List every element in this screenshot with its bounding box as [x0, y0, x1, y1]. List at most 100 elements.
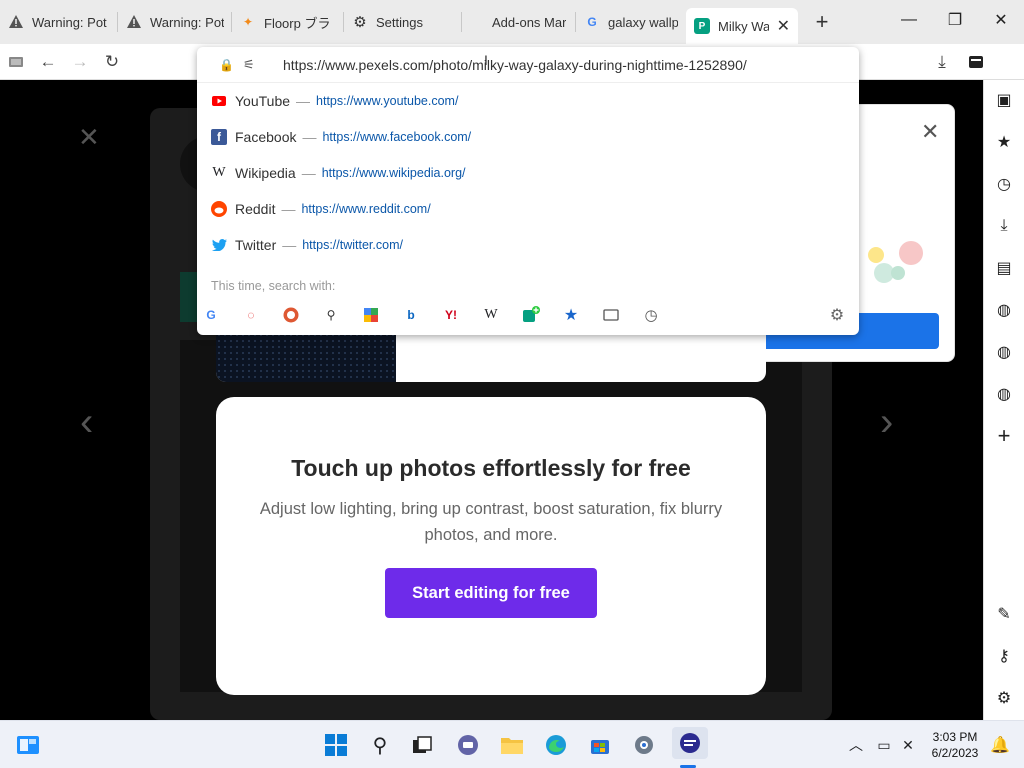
web-panel-globe-icon[interactable]: ◍: [992, 340, 1016, 364]
close-window-button[interactable]: ✕: [978, 0, 1024, 40]
restore-button[interactable]: ❐: [932, 0, 978, 40]
reddit-icon: [211, 201, 227, 217]
system-clock[interactable]: 3:03 PM 6/2/2023: [920, 729, 990, 761]
bookmarks-icon[interactable]: ★: [561, 305, 581, 325]
reload-button[interactable]: ↻: [100, 50, 124, 74]
yahoo-icon[interactable]: Y!: [441, 305, 461, 325]
clock-time: 3:03 PM: [932, 730, 978, 744]
next-photo-icon[interactable]: ›: [880, 400, 893, 445]
start-icon[interactable]: [322, 731, 350, 759]
windows-taskbar: ⚲ ︿ ▭ ✕ 3:03 PM 6/2/2023 🔔: [0, 720, 1024, 768]
file-explorer-icon[interactable]: [498, 731, 526, 759]
web-panel-globe-icon[interactable]: ◍: [992, 382, 1016, 406]
suggestion-reddit[interactable]: Reddit — https://www.reddit.com/: [197, 191, 859, 227]
chevron-up-icon[interactable]: ︿: [842, 731, 870, 759]
notes-icon[interactable]: [964, 50, 988, 74]
tab-label: Warning: Pot: [32, 14, 107, 30]
web-panel-globe-icon[interactable]: ◍: [992, 298, 1016, 322]
wikipedia-icon[interactable]: W: [481, 305, 501, 325]
floorp-icon: ✦: [242, 15, 254, 29]
sidebar-settings-icon[interactable]: ⚙: [992, 686, 1016, 710]
close-dialog-icon[interactable]: ✕: [921, 119, 939, 145]
duckduckgo-icon[interactable]: [281, 305, 301, 325]
clock-date: 6/2/2023: [931, 746, 979, 760]
tab-label: Floorp ブラ: [264, 15, 331, 31]
tab-warning-2[interactable]: Warning: Pot: [118, 0, 232, 44]
forward-button[interactable]: →: [68, 50, 92, 74]
tab-warning-1[interactable]: Warning: Pot: [0, 0, 118, 44]
add-panel-icon[interactable]: +: [992, 423, 1016, 448]
tabs-icon[interactable]: [601, 305, 621, 325]
warning-icon: [8, 14, 24, 30]
ecosia-icon[interactable]: ◌: [241, 305, 261, 325]
promo-title: Touch up photos effortlessly for free: [291, 455, 691, 481]
tab-strip: Warning: Pot Warning: Pot ✦ Floorp ブラ ⚙ …: [0, 0, 1024, 44]
store-icon[interactable]: [586, 731, 614, 759]
tab-settings[interactable]: ⚙ Settings: [344, 0, 462, 44]
widgets-icon[interactable]: [14, 731, 42, 759]
history-icon[interactable]: ◷: [992, 172, 1016, 196]
warning-icon: [126, 14, 142, 30]
permissions-icon[interactable]: ⚟: [243, 57, 255, 73]
downloads-icon[interactable]: ⤓: [992, 214, 1016, 238]
text-cursor-icon: I: [484, 52, 488, 68]
history-icon[interactable]: ◷: [641, 305, 661, 325]
sidebar-toggle-icon[interactable]: [4, 50, 28, 74]
back-button[interactable]: ←: [36, 50, 60, 74]
suggestion-name: Facebook: [235, 129, 297, 145]
search-icon[interactable]: ⚲: [366, 731, 394, 759]
chat-icon[interactable]: [454, 731, 482, 759]
floorp-browser-icon[interactable]: [672, 727, 708, 759]
download-icon[interactable]: ⤓: [930, 50, 954, 74]
google-icon: G: [587, 15, 597, 29]
suggestion-name: YouTube: [235, 93, 291, 109]
suggestion-url: https://www.facebook.com/: [322, 130, 472, 144]
tab-label: Settings: [376, 14, 423, 30]
promo-card: Touch up photos effortlessly for free Ad…: [216, 397, 766, 695]
suggestion-url: https://www.reddit.com/: [301, 202, 431, 216]
suggestion-youtube[interactable]: YouTube — https://www.youtube.com/: [197, 83, 859, 119]
tab-galaxy-wallpaper[interactable]: G galaxy wallpa: [576, 0, 686, 44]
address-bar[interactable]: 🔒 ⚟ https://www.pexels.com/photo/milky-w…: [197, 47, 859, 83]
task-view-icon[interactable]: [408, 731, 436, 759]
suggestion-facebook[interactable]: f Facebook — https://www.facebook.com/: [197, 119, 859, 155]
search-icon[interactable]: ⚲: [321, 305, 341, 325]
close-modal-icon[interactable]: ✕: [78, 122, 100, 153]
suggestion-name: Twitter: [235, 237, 277, 253]
notes-icon[interactable]: ▤: [992, 256, 1016, 280]
tab-milky-way[interactable]: P Milky Way ✕: [686, 8, 798, 44]
edge-icon[interactable]: [542, 731, 570, 759]
tab-label: Milky Way: [718, 18, 769, 34]
extensions-icon[interactable]: ✎: [992, 602, 1016, 626]
tab-floorp[interactable]: ✦ Floorp ブラ: [232, 0, 344, 44]
suggestion-name: Wikipedia: [235, 165, 296, 181]
bing-icon[interactable]: b: [401, 305, 421, 325]
key-icon[interactable]: ⚷: [992, 644, 1016, 668]
tab-label: Add-ons Mar: [492, 14, 567, 30]
facebook-icon: f: [211, 129, 227, 145]
minimize-button[interactable]: —: [886, 0, 932, 40]
addengine-icon[interactable]: [521, 305, 541, 325]
new-tab-button[interactable]: +: [810, 8, 834, 36]
suggestion-wikipedia[interactable]: W Wikipedia — https://www.wikipedia.org/: [197, 155, 859, 191]
notification-icon[interactable]: 🔔: [986, 731, 1014, 759]
startpage-icon[interactable]: [361, 305, 381, 325]
tab-label: galaxy wallpa: [608, 14, 678, 30]
promo-subtitle: Adjust low lighting, bring up contrast, …: [259, 500, 723, 544]
toolbox-icon[interactable]: ▣: [992, 88, 1016, 112]
previous-photo-icon[interactable]: ‹: [80, 400, 93, 445]
suggestion-twitter[interactable]: Twitter — https://twitter.com/: [197, 227, 859, 263]
illustration-icon: [856, 215, 926, 285]
search-settings-gear-icon[interactable]: ⚙: [827, 305, 847, 325]
search-with-label: This time, search with:: [211, 279, 336, 293]
volume-muted-icon[interactable]: ✕: [894, 731, 922, 759]
lock-icon[interactable]: 🔒: [219, 58, 234, 72]
tab-addons[interactable]: Add-ons Mar: [462, 0, 576, 44]
settings-app-icon[interactable]: [630, 731, 658, 759]
start-editing-button[interactable]: Start editing for free: [385, 568, 597, 618]
bookmarks-star-icon[interactable]: ★: [992, 130, 1016, 154]
close-tab-icon[interactable]: ✕: [777, 16, 790, 36]
url-dropdown: 🔒 ⚟ https://www.pexels.com/photo/milky-w…: [197, 47, 859, 335]
url-text[interactable]: https://www.pexels.com/photo/milky-way-g…: [283, 57, 747, 73]
google-icon[interactable]: G: [201, 305, 221, 325]
